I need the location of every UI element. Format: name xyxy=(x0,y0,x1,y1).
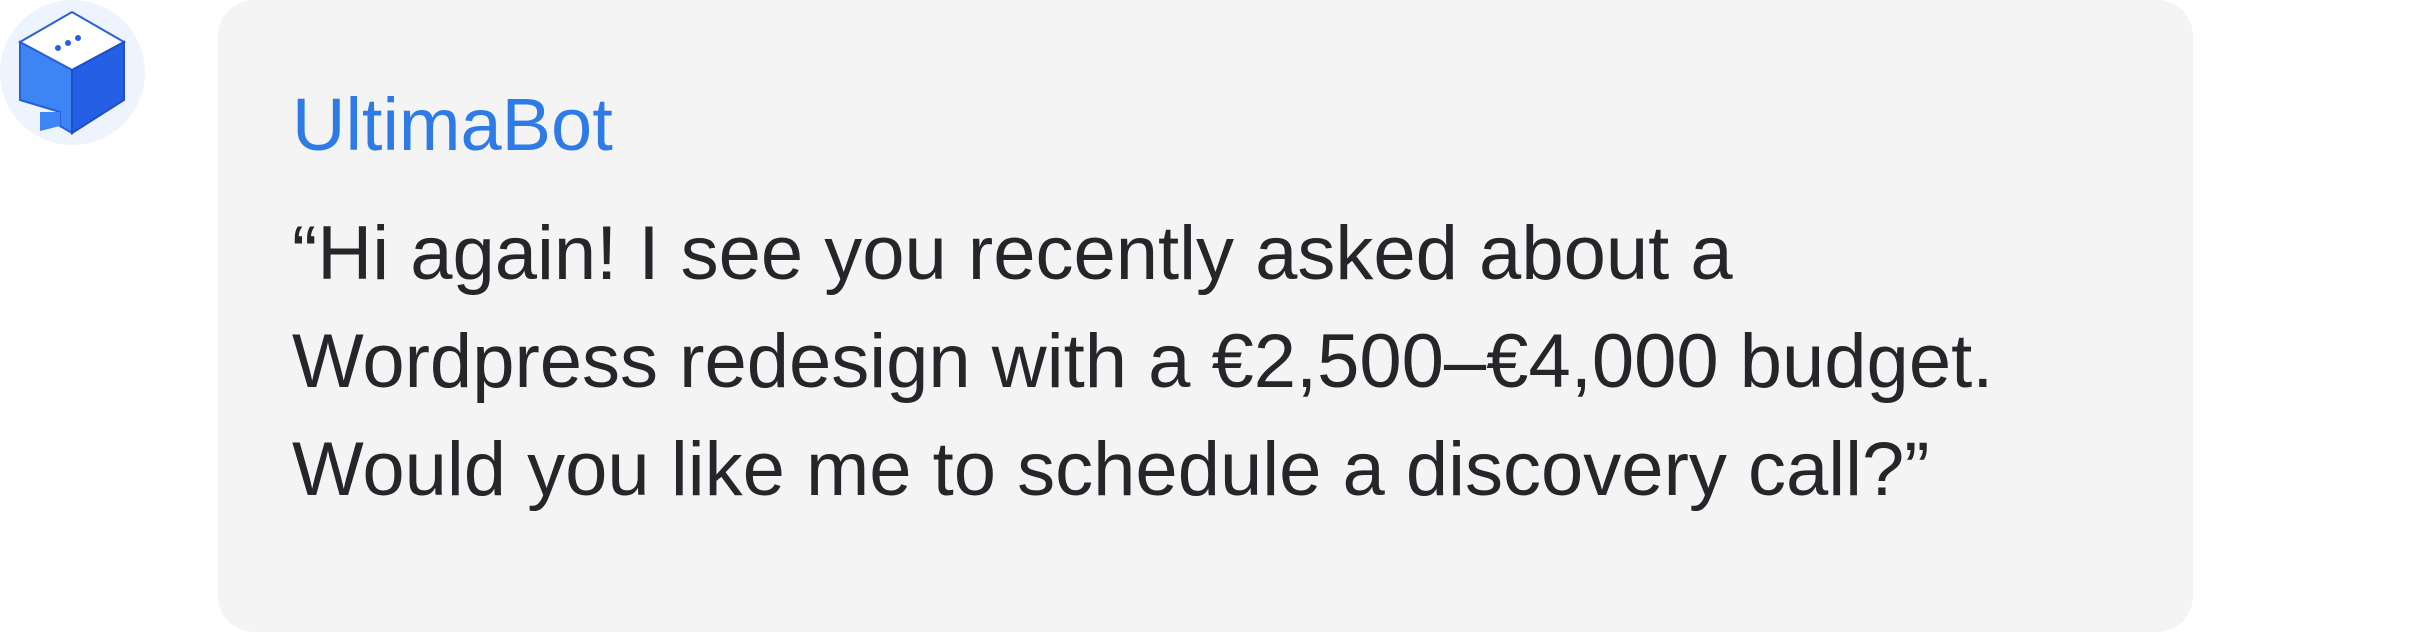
message-line: “Hi again! I see you recently asked abou… xyxy=(292,211,1733,296)
bot-avatar xyxy=(0,0,145,145)
message-bubble: UltimaBot “Hi again! I see you recently … xyxy=(218,0,2193,632)
chat-message-row: UltimaBot “Hi again! I see you recently … xyxy=(0,0,2410,632)
sender-name: UltimaBot xyxy=(292,83,613,166)
chat-cube-icon xyxy=(17,10,127,135)
message-text: “Hi again! I see you recently asked abou… xyxy=(292,200,2152,524)
message-line: Would you like me to schedule a discover… xyxy=(292,427,1930,512)
message-line: Wordpress redesign with a €2,500–€4,000 … xyxy=(292,319,1994,404)
